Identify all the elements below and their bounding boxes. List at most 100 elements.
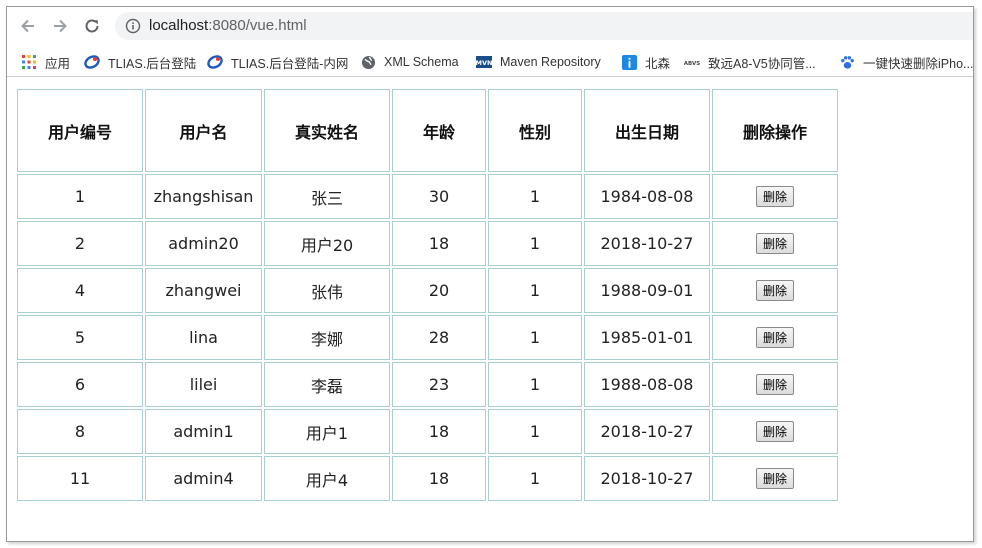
cell-user-id: 5	[17, 315, 143, 360]
cell-birthday: 2018-10-27	[584, 409, 710, 454]
cell-gender: 1	[488, 456, 582, 501]
table-header-row: 用户编号 用户名 真实姓名 年龄 性别 出生日期 删除操作	[17, 89, 838, 172]
browser-toolbar: localhost:8080/vue.html	[7, 7, 973, 45]
arrow-left-icon	[21, 19, 34, 33]
cell-real-name: 用户4	[264, 456, 390, 501]
address-bar[interactable]: localhost:8080/vue.html	[115, 12, 973, 40]
url-text[interactable]: localhost:8080/vue.html	[149, 17, 307, 34]
back-button[interactable]	[17, 15, 39, 37]
cell-age: 30	[392, 174, 486, 219]
forward-button[interactable]	[49, 15, 71, 37]
cell-user-id: 2	[17, 221, 143, 266]
cell-real-name: 张伟	[264, 268, 390, 313]
cell-delete: 删除	[712, 221, 838, 266]
cell-delete: 删除	[712, 268, 838, 313]
cell-gender: 1	[488, 268, 582, 313]
table-row: 2 admin20 用户20 18 1 2018-10-27 删除	[17, 221, 838, 266]
header-real-name: 真实姓名	[264, 89, 390, 172]
cell-age: 28	[392, 315, 486, 360]
header-username: 用户名	[145, 89, 262, 172]
cell-gender: 1	[488, 362, 582, 407]
cell-username: lina	[145, 315, 262, 360]
cell-real-name: 用户20	[264, 221, 390, 266]
bookmark-beisen[interactable]: 北森	[621, 53, 670, 71]
cell-delete: 删除	[712, 315, 838, 360]
cell-age: 20	[392, 268, 486, 313]
beisen-logo-icon	[621, 54, 637, 70]
arrow-right-icon	[54, 19, 67, 33]
delete-button[interactable]: 删除	[755, 374, 794, 395]
header-age: 年龄	[392, 89, 486, 172]
header-gender: 性别	[488, 89, 582, 172]
cell-gender: 1	[488, 221, 582, 266]
table-row: 5 lina 李娜 28 1 1985-01-01 删除	[17, 315, 838, 360]
cell-gender: 1	[488, 315, 582, 360]
delete-button[interactable]: 删除	[755, 233, 794, 254]
cell-user-id: 6	[17, 362, 143, 407]
bookmark-iphone-tool[interactable]: 一键快速删除iPho...	[839, 53, 973, 71]
globe-icon	[360, 54, 376, 70]
cell-username: zhangwei	[145, 268, 262, 313]
cell-real-name: 用户1	[264, 409, 390, 454]
delete-button[interactable]: 删除	[755, 421, 794, 442]
cell-delete: 删除	[712, 409, 838, 454]
delete-button[interactable]: 删除	[755, 280, 794, 301]
cell-real-name: 李磊	[264, 362, 390, 407]
cell-username: zhangshisan	[145, 174, 262, 219]
delete-button[interactable]: 删除	[755, 327, 794, 348]
tlias-logo-icon	[84, 54, 100, 70]
cell-age: 18	[392, 409, 486, 454]
bookmark-xml-schema[interactable]: XML Schema	[360, 53, 459, 71]
cell-age: 23	[392, 362, 486, 407]
cell-age: 18	[392, 456, 486, 501]
svg-text:ABVS: ABVS	[684, 61, 700, 67]
info-icon[interactable]	[125, 18, 141, 34]
cell-user-id: 8	[17, 409, 143, 454]
cell-delete: 删除	[712, 456, 838, 501]
cell-username: admin1	[145, 409, 262, 454]
bookmarks-bar: 应用 TLIAS.后台登陆 TLIAS.后台登陆-内网 XML Schema M…	[7, 47, 973, 77]
cell-delete: 删除	[712, 362, 838, 407]
cell-user-id: 11	[17, 456, 143, 501]
reload-button[interactable]	[81, 15, 103, 37]
delete-button[interactable]: 删除	[755, 468, 794, 489]
cell-user-id: 4	[17, 268, 143, 313]
bookmark-tlias[interactable]: TLIAS.后台登陆	[84, 53, 196, 71]
paw-icon	[839, 54, 855, 70]
table-row: 11 admin4 用户4 18 1 2018-10-27 删除	[17, 456, 838, 501]
cell-birthday: 2018-10-27	[584, 456, 710, 501]
apps-grid-icon	[21, 54, 37, 70]
cell-age: 18	[392, 221, 486, 266]
cell-real-name: 李娜	[264, 315, 390, 360]
cell-real-name: 张三	[264, 174, 390, 219]
table-row: 4 zhangwei 张伟 20 1 1988-09-01 删除	[17, 268, 838, 313]
cell-username: admin20	[145, 221, 262, 266]
cell-username: admin4	[145, 456, 262, 501]
bookmark-apps[interactable]: 应用	[21, 53, 70, 71]
cell-birthday: 1988-08-08	[584, 362, 710, 407]
seeyon-logo-icon: ABVS	[684, 54, 700, 70]
tlias-logo-icon	[207, 54, 223, 70]
cell-user-id: 1	[17, 174, 143, 219]
header-delete: 删除操作	[712, 89, 838, 172]
cell-delete: 删除	[712, 174, 838, 219]
bookmark-maven[interactable]: MVN Maven Repository	[476, 53, 601, 71]
browser-window: localhost:8080/vue.html 应用 TLIAS.后台登陆 TL…	[6, 6, 974, 542]
delete-button[interactable]: 删除	[755, 186, 794, 207]
reload-icon	[85, 19, 99, 33]
table-row: 6 lilei 李磊 23 1 1988-08-08 删除	[17, 362, 838, 407]
header-birthday: 出生日期	[584, 89, 710, 172]
cell-birthday: 1984-08-08	[584, 174, 710, 219]
header-user-id: 用户编号	[17, 89, 143, 172]
cell-birthday: 1988-09-01	[584, 268, 710, 313]
bookmark-seeyon[interactable]: ABVS 致远A8-V5协同管...	[684, 53, 816, 71]
cell-gender: 1	[488, 409, 582, 454]
cell-birthday: 1985-01-01	[584, 315, 710, 360]
svg-text:MVN: MVN	[476, 59, 492, 67]
maven-logo-icon: MVN	[476, 54, 492, 70]
bookmark-tlias-intranet[interactable]: TLIAS.后台登陆-内网	[207, 53, 348, 71]
cell-birthday: 2018-10-27	[584, 221, 710, 266]
table-row: 1 zhangshisan 张三 30 1 1984-08-08 删除	[17, 174, 838, 219]
cell-gender: 1	[488, 174, 582, 219]
table-row: 8 admin1 用户1 18 1 2018-10-27 删除	[17, 409, 838, 454]
